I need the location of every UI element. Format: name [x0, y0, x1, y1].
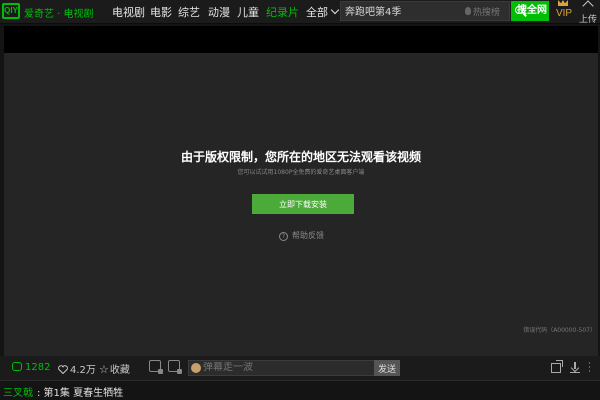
nav-documentary[interactable]: 纪录片: [266, 4, 299, 20]
share-icon[interactable]: [551, 360, 563, 373]
comment-bubble-icon: [12, 362, 22, 371]
hot-search-link[interactable]: 热搜榜: [465, 5, 500, 18]
search-box: 热搜榜: [340, 1, 510, 21]
nav-all-dropdown[interactable]: 全部: [306, 4, 340, 20]
more-vertical-icon[interactable]: · · ·: [588, 360, 596, 377]
nav-tv-series[interactable]: 电视剧: [112, 4, 145, 20]
install-now-button[interactable]: 立即下载安装: [252, 194, 354, 214]
show-name-link[interactable]: 三叉戟: [3, 384, 33, 399]
video-player[interactable]: 由于版权限制，您所在的地区无法观看该视频 您可以试试用1080P全免费的爱奇艺桌…: [4, 26, 598, 356]
hot-search-label: 热搜榜: [473, 8, 501, 18]
search-input[interactable]: [345, 5, 445, 16]
download-icon[interactable]: [570, 362, 580, 373]
favorite-label: 收藏: [109, 365, 130, 376]
danmu-toggle-icon[interactable]: [168, 360, 182, 374]
question-icon: ?: [279, 232, 288, 241]
episode-title: : 第1集 夏春生牺牲: [37, 388, 124, 399]
search-icon: [515, 6, 523, 14]
crown-icon: [558, 0, 568, 6]
upload-button[interactable]: 上传: [576, 0, 600, 25]
nav-all-label: 全部: [306, 6, 328, 19]
nav-kids[interactable]: 儿童: [237, 4, 259, 20]
chevron-down-icon: [330, 5, 340, 15]
copyright-restriction-message: 由于版权限制，您所在的地区无法观看该视频: [180, 150, 421, 164]
iqiyi-logo[interactable]: QIY: [2, 3, 20, 19]
player-controls-bar: 1282 4.2万 ☆收藏 发送 ···: [0, 356, 600, 380]
error-code: 错误代码（A00000-507）: [523, 327, 596, 334]
help-feedback-link[interactable]: ? 帮助反馈: [279, 230, 324, 241]
logo-mark: QIY: [4, 6, 18, 15]
client-suggestion-text: 您可以试试用1080P全免费的爱奇艺桌面客户端: [237, 169, 365, 176]
comment-count: 1282: [25, 362, 51, 373]
logo-channel-label[interactable]: 爱奇艺 · 电视剧: [24, 5, 94, 20]
danmu-box: [188, 360, 400, 376]
comments-button[interactable]: 1282: [12, 361, 50, 373]
vip-entry[interactable]: VIP: [553, 0, 573, 22]
player-top-band: [4, 26, 598, 53]
vip-label: VIP: [555, 8, 573, 19]
nav-anime[interactable]: 动漫: [208, 4, 230, 20]
flame-icon: [465, 7, 471, 15]
send-danmu-button[interactable]: 发送: [374, 360, 400, 376]
danmu-input[interactable]: [203, 362, 363, 373]
user-avatar: [191, 363, 201, 373]
danmu-settings-icon[interactable]: [149, 360, 163, 374]
star-icon: ☆: [99, 363, 109, 376]
like-button[interactable]: 4.2万: [58, 361, 96, 376]
search-all-button[interactable]: 搜全网: [511, 1, 549, 21]
heart-icon: [58, 365, 68, 374]
like-count: 4.2万: [70, 365, 96, 376]
favorite-button[interactable]: ☆收藏: [99, 361, 130, 376]
upload-label: 上传: [578, 15, 597, 25]
upload-arrow-icon: [582, 0, 594, 12]
nav-movies[interactable]: 电影: [150, 4, 172, 20]
episode-info-row: 三叉戟 : 第1集 夏春生牺牲: [0, 380, 600, 400]
nav-variety[interactable]: 综艺: [178, 4, 200, 20]
help-feedback-label: 帮助反馈: [292, 231, 324, 240]
top-nav-bar: QIY 爱奇艺 · 电视剧 电视剧 电影 综艺 动漫 儿童 纪录片 全部 热搜榜…: [0, 0, 600, 25]
